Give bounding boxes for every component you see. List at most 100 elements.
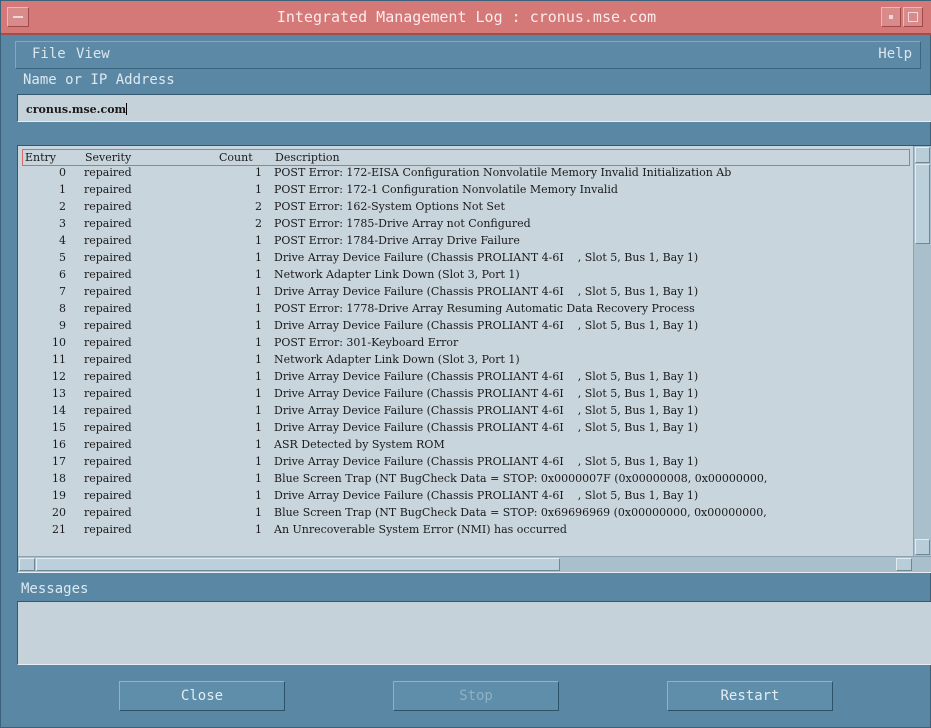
list-item[interactable]: 1 repaired 1 POST Error: 172-1 Configuratio… — [22, 183, 910, 200]
severity-cell: repaired — [84, 285, 132, 298]
list-item[interactable]: 21 repaired 1 An Unrecoverable System Error… — [22, 523, 910, 540]
severity-cell: repaired — [84, 387, 132, 400]
scroll-down-icon[interactable] — [915, 539, 930, 555]
entry-cell: 12 — [52, 370, 66, 383]
horizontal-scroll-thumb[interactable] — [36, 558, 560, 571]
list-item[interactable]: 3 repaired 2 POST Error: 1785-Drive Array n… — [22, 217, 910, 234]
header-entry[interactable]: Entry — [25, 151, 56, 164]
list-item[interactable]: 9 repaired 1 Drive Array Device Failure (Ch… — [22, 319, 910, 336]
description-cell: POST Error: 1785-Drive Array not Configu… — [274, 217, 531, 230]
severity-cell: repaired — [84, 251, 132, 264]
entry-cell: 4 — [59, 234, 66, 247]
header-description[interactable]: Description — [275, 151, 340, 164]
close-button[interactable]: Close — [119, 681, 285, 711]
count-cell: 2 — [255, 200, 262, 213]
list-item[interactable]: 0 repaired 1 POST Error: 172-EISA Configura… — [22, 166, 910, 183]
entry-cell: 17 — [52, 455, 66, 468]
list-item[interactable]: 20 repaired 1 Blue Screen Trap (NT BugCheck… — [22, 506, 910, 523]
event-list-viewport: Entry Severity Count Description 0 repair… — [18, 146, 913, 556]
severity-cell: repaired — [84, 302, 132, 315]
description-cell: Drive Array Device Failure (Chassis PROL… — [274, 421, 699, 434]
list-item[interactable]: 18 repaired 1 Blue Screen Trap (NT BugCheck… — [22, 472, 910, 489]
severity-cell: repaired — [84, 506, 132, 519]
list-item[interactable]: 8 repaired 1 POST Error: 1778-Drive Array R… — [22, 302, 910, 319]
count-cell: 2 — [255, 217, 262, 230]
event-list[interactable]: Entry Severity Count Description 0 repair… — [17, 145, 931, 573]
count-cell: 1 — [255, 472, 262, 485]
description-cell: Drive Array Device Failure (Chassis PROL… — [274, 387, 699, 400]
entry-cell: 6 — [59, 268, 66, 281]
list-item[interactable]: 12 repaired 1 Drive Array Device Failure (C… — [22, 370, 910, 387]
restart-button[interactable]: Restart — [667, 681, 833, 711]
severity-cell: repaired — [84, 336, 132, 349]
menu-view[interactable]: View — [76, 46, 110, 62]
title-bar[interactable]: Integrated Management Log : cronus.mse.c… — [1, 1, 931, 35]
messages-box[interactable] — [17, 601, 931, 665]
description-cell: An Unrecoverable System Error (NMI) has … — [274, 523, 567, 536]
count-cell: 1 — [255, 234, 262, 247]
entry-cell: 0 — [59, 166, 66, 179]
severity-cell: repaired — [84, 200, 132, 213]
count-cell: 1 — [255, 387, 262, 400]
entry-cell: 16 — [52, 438, 66, 451]
severity-cell: repaired — [84, 183, 132, 196]
scroll-right-icon[interactable] — [896, 558, 912, 571]
list-item[interactable]: 7 repaired 1 Drive Array Device Failure (Ch… — [22, 285, 910, 302]
menu-file[interactable]: File — [32, 46, 66, 62]
horizontal-scrollbar[interactable] — [18, 556, 931, 572]
entry-cell: 11 — [52, 353, 66, 366]
count-cell: 1 — [255, 251, 262, 264]
count-cell: 1 — [255, 353, 262, 366]
description-cell: Blue Screen Trap (NT BugCheck Data = STO… — [274, 506, 767, 519]
list-item[interactable]: 13 repaired 1 Drive Array Device Failure (C… — [22, 387, 910, 404]
list-item[interactable]: 6 repaired 1 Network Adapter Link Down (Slo… — [22, 268, 910, 285]
vertical-scrollbar[interactable] — [913, 146, 931, 556]
count-cell: 1 — [255, 268, 262, 281]
severity-cell: repaired — [84, 455, 132, 468]
entry-cell: 18 — [52, 472, 66, 485]
severity-cell: repaired — [84, 472, 132, 485]
severity-cell: repaired — [84, 166, 132, 179]
description-cell: POST Error: 301-Keyboard Error — [274, 336, 459, 349]
entry-cell: 9 — [59, 319, 66, 332]
list-item[interactable]: 15 repaired 1 Drive Array Device Failure (C… — [22, 421, 910, 438]
description-cell: Drive Array Device Failure (Chassis PROL… — [274, 455, 699, 468]
description-cell: ASR Detected by System ROM — [274, 438, 445, 451]
scroll-left-icon[interactable] — [19, 558, 35, 571]
list-item[interactable]: 11 repaired 1 Network Adapter Link Down (Sl… — [22, 353, 910, 370]
vertical-scroll-thumb[interactable] — [915, 164, 930, 244]
header-count[interactable]: Count — [219, 151, 253, 164]
count-cell: 1 — [255, 421, 262, 434]
text-caret — [126, 103, 128, 115]
minimize-icon[interactable] — [881, 7, 901, 27]
count-cell: 1 — [255, 302, 262, 315]
scroll-up-icon[interactable] — [915, 147, 930, 163]
description-cell: Network Adapter Link Down (Slot 3, Port … — [274, 268, 520, 281]
list-item[interactable]: 5 repaired 1 Drive Array Device Failure (Ch… — [22, 251, 910, 268]
header-severity[interactable]: Severity — [85, 151, 131, 164]
count-cell: 1 — [255, 489, 262, 502]
severity-cell: repaired — [84, 404, 132, 417]
list-item[interactable]: 4 repaired 1 POST Error: 1784-Drive Array D… — [22, 234, 910, 251]
maximize-icon[interactable] — [903, 7, 923, 27]
list-item[interactable]: 14 repaired 1 Drive Array Device Failure (C… — [22, 404, 910, 421]
count-cell: 1 — [255, 319, 262, 332]
count-cell: 1 — [255, 438, 262, 451]
description-cell: Network Adapter Link Down (Slot 3, Port … — [274, 353, 520, 366]
description-cell: Drive Array Device Failure (Chassis PROL… — [274, 370, 699, 383]
list-item[interactable]: 10 repaired 1 POST Error: 301-Keyboard Erro… — [22, 336, 910, 353]
description-cell: Drive Array Device Failure (Chassis PROL… — [274, 251, 699, 264]
list-item[interactable]: 16 repaired 1 ASR Detected by System ROM — [22, 438, 910, 455]
description-cell: POST Error: 1784-Drive Array Drive Failu… — [274, 234, 520, 247]
severity-cell: repaired — [84, 421, 132, 434]
list-item[interactable]: 17 repaired 1 Drive Array Device Failure (C… — [22, 455, 910, 472]
description-cell: POST Error: 162-System Options Not Set — [274, 200, 505, 213]
list-item[interactable]: 2 repaired 2 POST Error: 162-System Options… — [22, 200, 910, 217]
menu-help[interactable]: Help — [878, 46, 912, 62]
stop-button[interactable]: Stop — [393, 681, 559, 711]
list-item[interactable]: 19 repaired 1 Drive Array Device Failure (C… — [22, 489, 910, 506]
entry-cell: 21 — [52, 523, 66, 536]
address-input[interactable]: cronus.mse.com — [17, 94, 931, 122]
entry-cell: 14 — [52, 404, 66, 417]
description-cell: Drive Array Device Failure (Chassis PROL… — [274, 404, 699, 417]
